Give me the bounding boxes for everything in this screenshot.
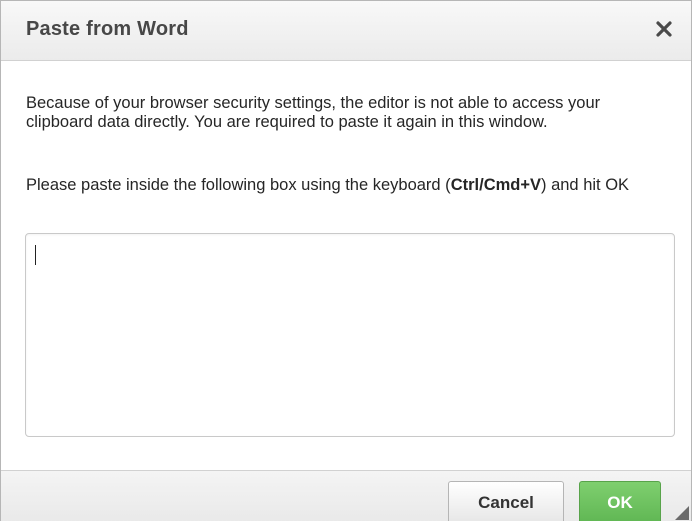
dialog-footer: Cancel OK bbox=[1, 470, 691, 521]
security-message: Because of your browser security setting… bbox=[26, 94, 601, 131]
paste-input-area[interactable] bbox=[25, 233, 675, 437]
instructions-prefix: Please paste inside the following box us… bbox=[26, 176, 451, 194]
keyboard-shortcut: Ctrl/Cmd+V bbox=[450, 176, 541, 194]
ok-button[interactable]: OK bbox=[579, 481, 661, 521]
paste-from-word-dialog: Paste from Word Because of your browser … bbox=[0, 0, 692, 521]
dialog-title: Paste from Word bbox=[26, 18, 189, 40]
resize-grip-icon[interactable] bbox=[675, 506, 689, 520]
paste-instructions: Please paste inside the following box us… bbox=[26, 176, 666, 195]
dialog-body: Because of your browser security setting… bbox=[1, 61, 691, 470]
close-button[interactable] bbox=[649, 14, 679, 44]
cancel-button[interactable]: Cancel bbox=[448, 481, 564, 521]
dialog-title-bar[interactable]: Paste from Word bbox=[1, 1, 691, 61]
instructions-suffix: ) and hit OK bbox=[541, 176, 630, 194]
close-icon bbox=[656, 21, 672, 37]
text-caret bbox=[35, 245, 36, 265]
